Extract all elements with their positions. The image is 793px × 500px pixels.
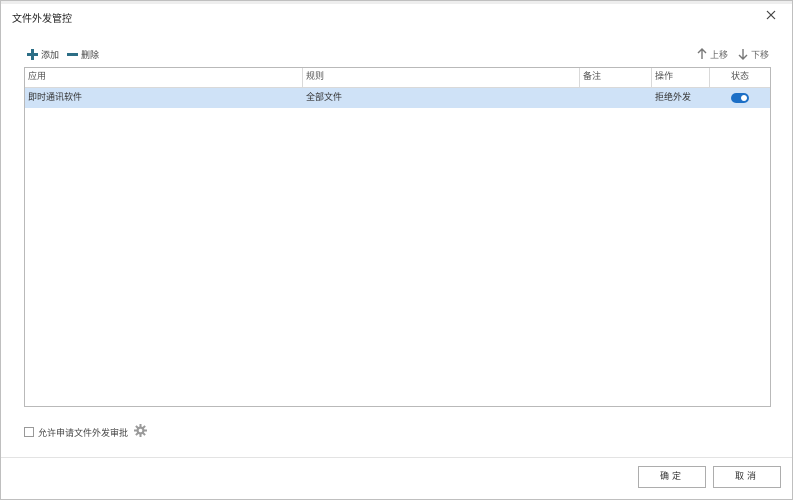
minus-icon xyxy=(67,52,79,56)
table-header: 应用 规则 备注 操作 状态 xyxy=(25,68,770,88)
toolbar-left: 添加 删除 xyxy=(27,46,107,62)
column-header-status[interactable]: 状态 xyxy=(710,68,770,87)
table-row[interactable]: 即时通讯软件 全部文件 拒绝外发 xyxy=(25,88,770,108)
column-header-app[interactable]: 应用 xyxy=(25,68,303,87)
close-icon[interactable] xyxy=(764,8,778,22)
column-header-rule[interactable]: 规则 xyxy=(303,68,580,87)
cell-rule: 全部文件 xyxy=(306,93,343,103)
rules-table: 应用 规则 备注 操作 状态 即时通讯软件 全部文件 拒绝外发 xyxy=(24,67,771,407)
cell-app: 即时通讯软件 xyxy=(28,93,83,103)
delete-button[interactable]: 删除 xyxy=(67,48,99,61)
arrow-down-icon xyxy=(738,49,748,60)
allow-request-label: 允许申请文件外发审批 xyxy=(38,428,129,439)
plus-icon xyxy=(27,48,38,60)
move-up-button[interactable]: 上移 xyxy=(697,48,728,61)
cancel-button[interactable]: 取消 xyxy=(713,466,781,488)
column-header-action[interactable]: 操作 xyxy=(652,68,710,87)
move-down-label: 下移 xyxy=(750,50,769,61)
ok-button[interactable]: 确定 xyxy=(638,466,706,488)
column-header-note[interactable]: 备注 xyxy=(580,68,652,87)
add-button[interactable]: 添加 xyxy=(27,48,59,61)
allow-request-checkbox[interactable] xyxy=(24,427,34,437)
title-bar: 文件外发管控 xyxy=(1,4,792,28)
move-up-label: 上移 xyxy=(709,50,728,61)
allow-request-option: 允许申请文件外发审批 xyxy=(24,424,148,440)
status-toggle[interactable] xyxy=(731,93,749,103)
delete-button-label: 删除 xyxy=(81,50,100,61)
arrow-up-icon xyxy=(697,48,707,59)
cell-note xyxy=(580,88,652,108)
cell-action: 拒绝外发 xyxy=(655,93,692,103)
footer-divider xyxy=(1,457,792,458)
move-down-button[interactable]: 下移 xyxy=(738,48,769,61)
gear-icon[interactable] xyxy=(134,424,148,440)
file-outbound-control-dialog: 文件外发管控 添加 删除 上移 下移 应用 规则 备注 操作 状态 即时通讯软件… xyxy=(0,0,793,500)
add-button-label: 添加 xyxy=(41,50,60,61)
toolbar-right: 上移 下移 xyxy=(687,46,769,62)
toggle-knob xyxy=(741,95,747,101)
dialog-title: 文件外发管控 xyxy=(12,14,72,25)
